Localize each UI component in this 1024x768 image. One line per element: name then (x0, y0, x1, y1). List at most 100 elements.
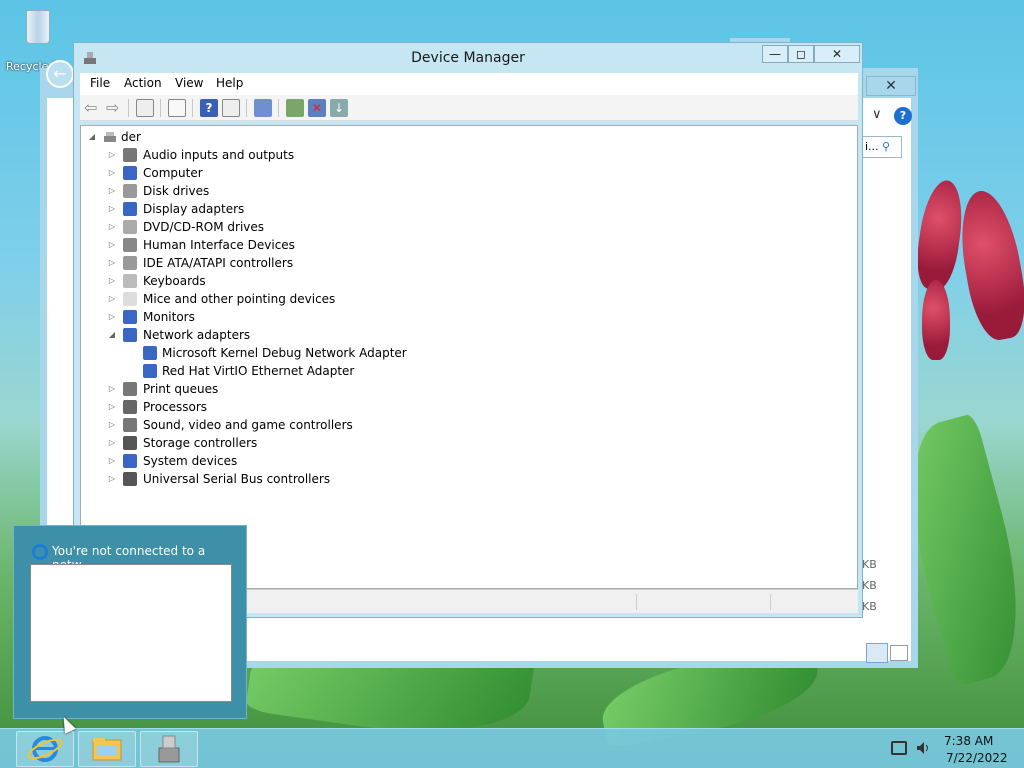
details-view-icon[interactable] (866, 643, 888, 663)
expand-icon[interactable]: ▷ (107, 164, 117, 182)
expand-icon[interactable]: ▷ (107, 218, 117, 236)
tree-device[interactable]: Red Hat VirtIO Ethernet Adapter (81, 362, 841, 380)
tree-category[interactable]: ▷ Universal Serial Bus controllers (81, 470, 841, 488)
update-driver-icon[interactable] (286, 99, 304, 117)
tree-category[interactable]: ▷ Processors (81, 398, 841, 416)
device-manager-icon (84, 52, 96, 64)
expand-icon[interactable]: ▷ (107, 236, 117, 254)
tree-category-label: Keyboards (143, 274, 206, 288)
expand-icon[interactable]: ▷ (107, 182, 117, 200)
taskbar-preview-popup[interactable]: You're not connected to a netw... (13, 525, 247, 719)
taskbar-file-explorer[interactable] (78, 731, 136, 767)
tree-device[interactable]: Microsoft Kernel Debug Network Adapter (81, 344, 841, 362)
tree-category[interactable]: ▷ Sound, video and game controllers (81, 416, 841, 434)
tree-category[interactable]: ▷ Computer (81, 164, 841, 182)
device-tree[interactable]: ◢ der ▷ Audio inputs and outputs ▷ Computer… (80, 125, 858, 589)
expand-icon[interactable]: ▷ (107, 452, 117, 470)
tree-category[interactable]: ▷ Audio inputs and outputs (81, 146, 841, 164)
chevron-down-icon[interactable]: ∨ (872, 107, 882, 122)
expand-icon[interactable]: ▷ (107, 290, 117, 308)
network-icon[interactable] (891, 741, 907, 755)
search-icon: ⚲ (882, 140, 891, 153)
taskbar-internet-explorer[interactable] (16, 731, 74, 767)
file-size-label: KB (862, 579, 877, 592)
window-title: Device Manager (411, 50, 525, 66)
tree-category-label: IDE ATA/ATAPI controllers (143, 256, 294, 270)
minimize-button[interactable]: — (762, 45, 788, 63)
large-icons-view-icon[interactable] (890, 645, 908, 661)
close-button[interactable]: ✕ (814, 45, 860, 63)
expand-icon[interactable]: ▷ (107, 416, 117, 434)
expand-icon[interactable]: ▷ (107, 470, 117, 488)
tree-category-label: Disk drives (143, 184, 210, 198)
recycle-bin-icon[interactable] (18, 8, 58, 48)
toolbar-separator (160, 99, 161, 117)
tree-category[interactable]: ▷ System devices (81, 452, 841, 470)
clock-time[interactable]: 7:38 AM (944, 734, 993, 748)
uninstall-icon[interactable]: ✕ (308, 99, 326, 117)
taskbar-device-manager[interactable] (140, 731, 198, 767)
tree-category-label: Universal Serial Bus controllers (143, 472, 331, 486)
back-icon[interactable]: ⇦ (84, 99, 102, 117)
menu-view[interactable]: View (175, 76, 203, 90)
expand-icon[interactable]: ▷ (107, 200, 117, 218)
expand-icon[interactable]: ▷ (107, 254, 117, 272)
tree-category[interactable]: ▷ Human Interface Devices (81, 236, 841, 254)
speaker-icon (123, 148, 137, 162)
maximize-button[interactable]: ◻ (788, 45, 814, 63)
toolbar-separator (278, 99, 279, 117)
tree-category[interactable]: ▷ Disk drives (81, 182, 841, 200)
tree-category[interactable]: ◢ Network adapters (81, 326, 841, 344)
network-icon (123, 328, 137, 342)
properties-pane-icon[interactable] (136, 99, 154, 117)
menu-file[interactable]: File (90, 76, 110, 90)
clock-date[interactable]: 7/22/2022 (946, 751, 1008, 765)
expand-icon[interactable]: ▷ (107, 146, 117, 164)
tree-category[interactable]: ▷ Monitors (81, 308, 841, 326)
tree-category[interactable]: ▷ Keyboards (81, 272, 841, 290)
expand-icon[interactable]: ▷ (107, 380, 117, 398)
mouse-icon (123, 292, 137, 306)
tree-category[interactable]: ▷ Print queues (81, 380, 841, 398)
help-icon[interactable]: ? (894, 107, 912, 125)
internet-explorer-icon (27, 736, 63, 762)
wallpaper-tulip (912, 177, 968, 293)
tree-category[interactable]: ▷ IDE ATA/ATAPI controllers (81, 254, 841, 272)
tree-device-label: Microsoft Kernel Debug Network Adapter (162, 346, 407, 360)
help-icon[interactable]: ? (200, 99, 218, 117)
popup-preview[interactable] (30, 564, 232, 702)
tree-root[interactable]: ◢ der (81, 128, 841, 146)
menu-action[interactable]: Action (124, 76, 162, 90)
toolbar-separator (192, 99, 193, 117)
bin-icon (26, 10, 50, 44)
tree-category-label: Display adapters (143, 202, 245, 216)
tree-category[interactable]: ▷ Storage controllers (81, 434, 841, 452)
wallpaper-tulip (952, 186, 1024, 344)
disable-icon[interactable]: ↓ (330, 99, 348, 117)
background-close-button[interactable]: ✕ (866, 76, 916, 96)
sound-icon (123, 418, 137, 432)
forward-icon[interactable]: ⇨ (106, 99, 124, 117)
view-icon[interactable] (222, 99, 240, 117)
tree-category-label: DVD/CD-ROM drives (143, 220, 265, 234)
volume-icon[interactable] (916, 741, 930, 755)
tree-root-label: der (121, 130, 141, 144)
list-icon[interactable] (168, 99, 186, 117)
computer-icon (123, 166, 137, 180)
expand-icon[interactable]: ▷ (107, 272, 117, 290)
menu-help[interactable]: Help (216, 76, 243, 90)
tree-category-label: Sound, video and game controllers (143, 418, 353, 432)
expand-icon[interactable]: ▷ (107, 308, 117, 326)
tree-category-label: Mice and other pointing devices (143, 292, 336, 306)
network-adapter-icon (143, 346, 157, 360)
tree-category[interactable]: ▷ DVD/CD-ROM drives (81, 218, 841, 236)
tree-category[interactable]: ▷ Display adapters (81, 200, 841, 218)
scan-hardware-icon[interactable] (254, 99, 272, 117)
collapse-icon[interactable]: ◢ (87, 128, 97, 146)
expand-icon[interactable]: ▷ (107, 434, 117, 452)
expand-icon[interactable]: ▷ (107, 398, 117, 416)
back-arrow-icon[interactable]: ← (46, 60, 74, 88)
tree-category[interactable]: ▷ Mice and other pointing devices (81, 290, 841, 308)
search-input[interactable]: i... ⚲ (862, 136, 902, 158)
collapse-icon[interactable]: ◢ (107, 326, 117, 344)
